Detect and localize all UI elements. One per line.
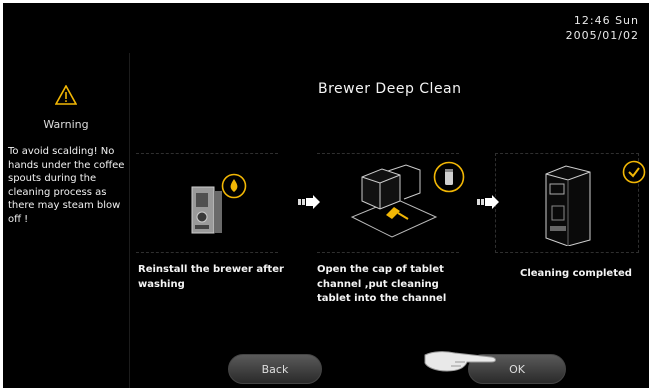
- clock-date: 2005/01/02: [565, 29, 639, 42]
- page-title: Brewer Deep Clean: [318, 81, 462, 97]
- check-icon: [622, 160, 646, 184]
- step-arrow-icon: [477, 195, 499, 209]
- warning-icon: [55, 85, 77, 105]
- step-1-text: Reinstall the brewer after washing: [138, 264, 284, 290]
- clock: 12:46 Sun 2005/01/02: [566, 13, 639, 43]
- pointing-hand-icon: [424, 351, 496, 372]
- coffee-machine-icon: [545, 165, 591, 246]
- clock-time: 12:46 Sun: [573, 14, 639, 27]
- step-arrow-icon: [298, 195, 320, 209]
- tablet-channel-icon: [350, 164, 438, 238]
- tablet-icon: [433, 161, 465, 193]
- step-3-text: Cleaning completed: [520, 268, 632, 279]
- warning-text: To avoid scalding! No hands under the co…: [8, 146, 125, 225]
- back-button[interactable]: Back: [228, 354, 322, 384]
- drop-icon: [221, 173, 247, 199]
- step-2-text: Open the cap of tablet channel ,put clea…: [317, 264, 447, 304]
- warning-title: Warning: [43, 118, 89, 131]
- brewer-deep-clean-screen: 12:46 Sun 2005/01/02 Warning To avoid sc…: [3, 3, 649, 388]
